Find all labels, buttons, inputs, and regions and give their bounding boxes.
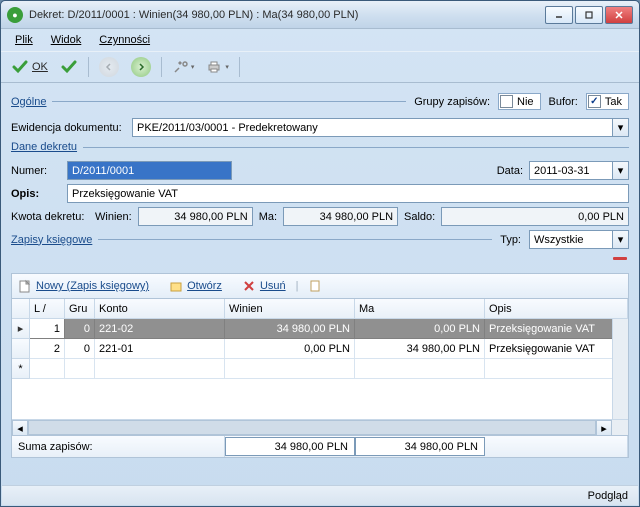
numer-label: Numer:: [11, 165, 61, 177]
ma-label: Ma:: [259, 211, 277, 223]
close-button[interactable]: [605, 6, 633, 24]
minimize-button[interactable]: [545, 6, 573, 24]
col-ma[interactable]: Ma: [355, 299, 485, 319]
new-icon: [18, 279, 32, 293]
grupy-zapisow-checkbox[interactable]: Nie: [498, 93, 541, 110]
data-input[interactable]: [529, 161, 612, 180]
winien-value: [138, 207, 253, 226]
menu-widok[interactable]: Widok: [43, 32, 90, 48]
open-icon: [169, 279, 183, 293]
menu-czynnosci[interactable]: Czynności: [91, 32, 158, 48]
ma-value: [283, 207, 398, 226]
opis-input[interactable]: [67, 184, 629, 203]
col-gru[interactable]: Gru: [65, 299, 95, 319]
grid-toolbar: Nowy (Zapis księgowy) Otwórz Usuń |: [11, 273, 629, 299]
menubar: Plik Widok Czynności: [1, 29, 639, 51]
suma-winien: 34 980,00 PLN: [225, 437, 355, 456]
usun-link[interactable]: Usuń: [260, 280, 286, 292]
entries-grid: L / Gru Konto Winien Ma Opis ▸ 1 0 221-0…: [11, 299, 629, 436]
statusbar: Podgląd: [2, 485, 638, 505]
app-window: ● Dekret: D/2011/0001 : Winien(34 980,00…: [0, 0, 640, 507]
menu-plik[interactable]: Plik: [7, 32, 41, 48]
apply-button[interactable]: [56, 55, 82, 79]
tools-button[interactable]: ▾: [168, 55, 199, 79]
app-icon: ●: [7, 7, 23, 23]
titlebar: ● Dekret: D/2011/0001 : Winien(34 980,00…: [1, 1, 639, 29]
bufor-label: Bufor:: [549, 96, 578, 108]
data-label: Data:: [497, 165, 523, 177]
grupy-zapisow-label: Grupy zapisów:: [414, 96, 490, 108]
ok-button[interactable]: OK: [7, 55, 52, 79]
maximize-button[interactable]: [575, 6, 603, 24]
winien-label: Winien:: [95, 211, 132, 223]
section-ogolne[interactable]: Ogólne: [11, 96, 46, 108]
dirty-indicator: [613, 257, 627, 260]
section-zapisy[interactable]: Zapisy księgowe: [11, 234, 92, 246]
typ-label: Typ:: [500, 234, 521, 246]
nowy-link[interactable]: Nowy (Zapis księgowy): [36, 280, 149, 292]
typ-input[interactable]: [529, 230, 612, 249]
kwota-label: Kwota dekretu:: [11, 211, 89, 223]
ewidencja-dropdown[interactable]: ▾: [612, 118, 629, 137]
typ-dropdown[interactable]: ▾: [612, 230, 629, 249]
otworz-link[interactable]: Otwórz: [187, 280, 222, 292]
nav-next-button[interactable]: [127, 55, 155, 79]
saldo-value: [441, 207, 629, 226]
print-button[interactable]: ▾: [202, 55, 233, 79]
numer-input[interactable]: [67, 161, 232, 180]
suma-label: Suma zapisów:: [12, 436, 225, 457]
extra-action-icon[interactable]: [308, 279, 322, 293]
saldo-label: Saldo:: [404, 211, 435, 223]
ewidencja-label: Ewidencja dokumentu:: [11, 122, 126, 134]
section-dane-dekretu[interactable]: Dane dekretu: [11, 141, 77, 153]
toolbar: OK ▾ ▾: [1, 51, 639, 83]
vertical-scrollbar[interactable]: [612, 319, 628, 419]
col-konto[interactable]: Konto: [95, 299, 225, 319]
data-dropdown[interactable]: ▾: [612, 161, 629, 180]
grid-footer: Suma zapisów: 34 980,00 PLN 34 980,00 PL…: [11, 436, 629, 458]
window-title: Dekret: D/2011/0001 : Winien(34 980,00 P…: [29, 9, 545, 21]
table-row[interactable]: 2 0 221-01 0,00 PLN 34 980,00 PLN Przeks…: [12, 339, 628, 359]
col-opis[interactable]: Opis: [485, 299, 628, 319]
opis-label: Opis:: [11, 188, 61, 200]
status-text: Podgląd: [588, 490, 628, 502]
horizontal-scrollbar[interactable]: ◂▸: [12, 419, 628, 435]
nav-prev-button[interactable]: [95, 55, 123, 79]
ewidencja-input[interactable]: [132, 118, 612, 137]
col-winien[interactable]: Winien: [225, 299, 355, 319]
table-row-new[interactable]: *: [12, 359, 628, 379]
table-row[interactable]: ▸ 1 0 221-02 34 980,00 PLN 0,00 PLN Prze…: [12, 319, 628, 339]
bufor-checkbox[interactable]: Tak: [586, 93, 629, 110]
col-lp[interactable]: L /: [30, 299, 65, 319]
delete-icon: [242, 279, 256, 293]
suma-ma: 34 980,00 PLN: [355, 437, 485, 456]
